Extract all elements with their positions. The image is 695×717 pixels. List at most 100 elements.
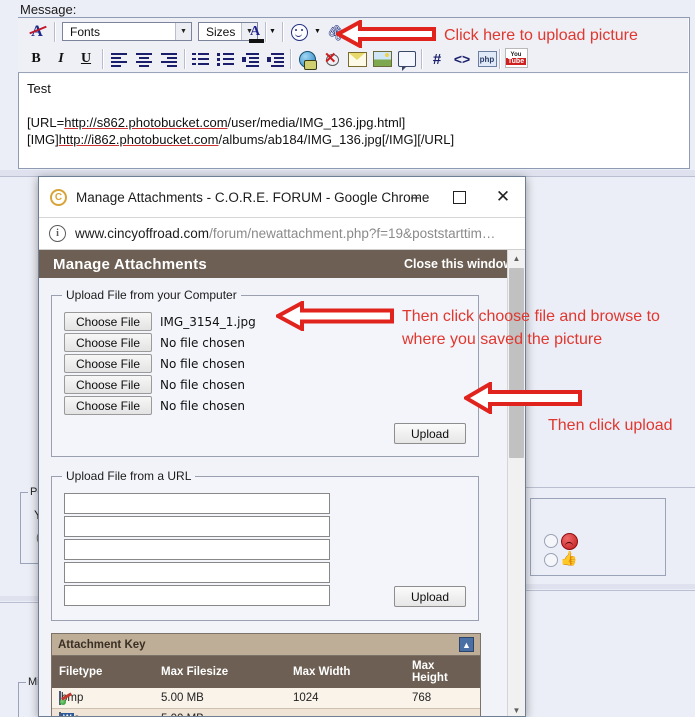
url-input-3[interactable] xyxy=(64,539,330,560)
chrome-address-bar[interactable]: i www.cincyoffroad.com/forum/newattachme… xyxy=(39,218,525,250)
url-input-4[interactable] xyxy=(64,562,330,583)
toolbar-separator xyxy=(184,49,186,69)
underline-icon[interactable]: U xyxy=(76,48,96,70)
chevron-down-icon: ▼ xyxy=(175,23,191,40)
choose-file-button[interactable]: Choose File xyxy=(64,333,152,352)
file-name-label: IMG_3154_1.jpg xyxy=(160,314,256,329)
toolbar-separator xyxy=(102,49,104,69)
maximize-icon[interactable] xyxy=(437,177,481,217)
php-icon[interactable]: php xyxy=(476,48,498,70)
table-row: doc 5.00 MB - - xyxy=(52,708,480,716)
scroll-down-arrow-icon[interactable]: ▼ xyxy=(508,702,525,716)
bbcode-url-1: http://s862.photobucket.com xyxy=(64,115,228,130)
url-input-5[interactable] xyxy=(64,585,330,606)
file-name-label: No file chosen xyxy=(160,335,246,350)
smilies-chevron-down-icon[interactable]: ▼ xyxy=(312,23,323,40)
table-row: bmp 5.00 MB 1024 768 xyxy=(52,688,480,709)
remove-link-icon[interactable] xyxy=(321,48,343,70)
file-row: Choose File No file chosen xyxy=(64,375,466,394)
cell-filetype: doc xyxy=(52,708,154,716)
message-label: Message: xyxy=(20,2,77,17)
ordered-list-icon[interactable] xyxy=(190,48,212,70)
url-input-list xyxy=(64,493,330,608)
attachment-key-block: Attachment Key ▲ Filetype Max Filesize M… xyxy=(51,633,481,716)
file-row: Choose File No file chosen xyxy=(64,354,466,373)
upload-from-url-legend: Upload File from a URL xyxy=(66,469,192,483)
attachment-key-title: Attachment Key xyxy=(58,638,146,651)
toolbar-row-2: B I U ✕ # <> php You Tube xyxy=(18,46,688,73)
upload-from-computer-legend: Upload File from your Computer xyxy=(66,288,237,302)
rating-radio-thumbs-up[interactable] xyxy=(544,553,558,567)
close-icon[interactable]: ✕ xyxy=(481,177,525,217)
word-file-icon xyxy=(59,712,61,716)
url-path: /forum/newattachment.php?f=19&poststartt… xyxy=(209,226,496,241)
toolbar-separator xyxy=(421,49,423,69)
toolbar-separator xyxy=(499,49,501,69)
scroll-up-arrow-icon[interactable]: ▲ xyxy=(508,250,525,267)
paint-file-icon xyxy=(59,691,61,705)
address-bar-url[interactable]: www.cincyoffroad.com/forum/newattachment… xyxy=(75,226,495,241)
minimize-icon[interactable]: – xyxy=(393,177,437,217)
bold-icon[interactable]: B xyxy=(26,48,46,70)
outdent-icon[interactable] xyxy=(240,48,262,70)
bbcode-url-2: http://i862.photobucket.com xyxy=(58,132,219,147)
indent-icon[interactable] xyxy=(265,48,287,70)
annotation-upload-picture-text: Click here to upload picture xyxy=(444,27,638,44)
core-forum-favicon-icon: C xyxy=(50,188,67,206)
file-name-label: No file chosen xyxy=(160,377,246,392)
cell-filetype: bmp xyxy=(52,688,154,709)
align-left-icon[interactable] xyxy=(108,48,130,70)
choose-file-button[interactable]: Choose File xyxy=(64,354,152,373)
insert-email-icon[interactable] xyxy=(346,48,368,70)
choose-file-button[interactable]: Choose File xyxy=(64,312,152,331)
annotation-arrow-choose-file xyxy=(276,301,394,331)
close-this-window-link[interactable]: Close this window xyxy=(404,257,513,271)
message-line-4: [IMG]http://i862.photobucket.com/albums/… xyxy=(27,132,455,147)
divider-bar xyxy=(518,584,695,589)
font-select[interactable]: Fonts ▼ xyxy=(62,22,192,41)
remove-formatting-icon[interactable]: A xyxy=(24,21,50,43)
upload-button-url[interactable]: Upload xyxy=(394,586,466,607)
unordered-list-icon[interactable] xyxy=(215,48,237,70)
message-textarea[interactable]: Test [URL=http://s862.photobucket.com/us… xyxy=(19,74,689,168)
insert-quote-icon[interactable] xyxy=(396,48,418,71)
hash-icon[interactable]: # xyxy=(427,48,447,70)
choose-file-button[interactable]: Choose File xyxy=(64,375,152,394)
message-line-1: Test xyxy=(27,81,51,96)
code-icon[interactable]: <> xyxy=(450,48,474,70)
table-header-row: Filetype Max Filesize Max Width Max Heig… xyxy=(52,656,480,688)
cell-maxheight: - xyxy=(405,708,480,716)
cell-maxwidth: 1024 xyxy=(286,688,405,709)
col-filetype: Filetype xyxy=(52,656,154,688)
youtube-icon[interactable]: You Tube xyxy=(504,46,528,70)
divider-bar-left xyxy=(0,596,40,601)
divider-line-2 xyxy=(518,590,695,591)
url-input-2[interactable] xyxy=(64,516,330,537)
toolbar-separator xyxy=(290,49,292,69)
smilies-icon[interactable] xyxy=(288,21,310,43)
insert-image-icon[interactable] xyxy=(371,48,393,70)
align-right-icon[interactable] xyxy=(158,48,180,70)
collapse-icon[interactable]: ▲ xyxy=(459,637,474,652)
annotation-arrow-upload-picture xyxy=(336,20,436,48)
cell-filesize: 5.00 MB xyxy=(154,708,286,716)
url-input-1[interactable] xyxy=(64,493,330,514)
upload-button-computer[interactable]: Upload xyxy=(394,423,466,444)
choose-file-button[interactable]: Choose File xyxy=(64,396,152,415)
rating-radio-angry[interactable] xyxy=(544,534,558,548)
window-title: Manage Attachments - C.O.R.E. FORUM - Go… xyxy=(76,189,430,205)
align-center-icon[interactable] xyxy=(133,48,155,70)
font-color-icon[interactable]: A xyxy=(244,21,266,43)
upload-from-url-fieldset: Upload File from a URL Upload xyxy=(51,469,479,621)
chrome-titlebar[interactable]: C Manage Attachments - C.O.R.E. FORUM - … xyxy=(39,177,525,218)
divider-line xyxy=(518,487,695,488)
italic-icon[interactable]: I xyxy=(51,48,71,70)
font-color-chevron-down-icon[interactable]: ▼ xyxy=(267,23,278,40)
insert-link-icon[interactable] xyxy=(296,48,318,70)
divider-line-left xyxy=(0,602,40,603)
cell-filesize: 5.00 MB xyxy=(154,688,286,709)
manage-attachments-header: Manage Attachments Close this window xyxy=(39,250,525,278)
info-circle-icon[interactable]: i xyxy=(49,225,66,242)
scrollbar-thumb[interactable] xyxy=(509,268,524,458)
col-max-width: Max Width xyxy=(286,656,405,688)
